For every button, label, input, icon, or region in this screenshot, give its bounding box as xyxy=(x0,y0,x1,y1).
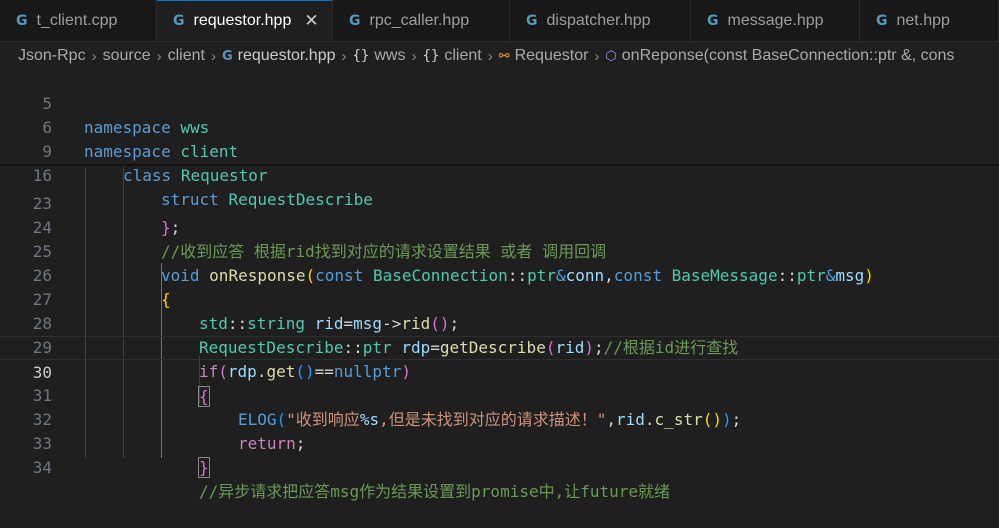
sticky-line[interactable]: 5 namespace wws xyxy=(0,68,999,137)
code-line[interactable]: 24 //收到应答 根据rid找到对应的请求设置结果 或者 调用回调 xyxy=(0,192,999,261)
tab-label: requestor.hpp xyxy=(193,12,292,29)
c-plus-plus-icon: G xyxy=(173,13,185,29)
code-line[interactable]: 31 ELOG("收到响应%s,但是未找到对应的请求描述！",rid.c_str… xyxy=(0,360,999,429)
line-number: 34 xyxy=(32,458,52,477)
c-plus-plus-icon: G xyxy=(707,12,719,29)
c-plus-plus-icon: G xyxy=(876,12,888,29)
tab-dispatcher-hpp[interactable]: G dispatcher.hpp xyxy=(510,0,691,41)
chevron-right-icon: › xyxy=(411,47,417,65)
tab-label: rpc_caller.hpp xyxy=(369,11,470,29)
breadcrumb-item-client-folder[interactable]: client xyxy=(168,47,205,65)
sticky-line[interactable]: 9 class Requestor xyxy=(0,116,999,185)
breadcrumb-item-source[interactable]: source xyxy=(103,47,151,65)
breadcrumb: Json-Rpc › source › client › G requestor… xyxy=(0,42,999,70)
tab-t-client-cpp[interactable]: G t_client.cpp xyxy=(0,0,157,41)
editor-tab-bar: G t_client.cpp G requestor.hpp ✕ G rpc_c… xyxy=(0,0,999,42)
code-editor[interactable]: 5 namespace wws 6 namespace client 9 cla… xyxy=(0,68,999,501)
sticky-scroll-shadow xyxy=(0,164,999,167)
breadcrumb-item-namespace-wws[interactable]: wws xyxy=(374,47,405,65)
code-line[interactable]: 33 } xyxy=(0,408,999,478)
code-line[interactable]: 28 RequestDescribe::ptr rdp=getDescribe(… xyxy=(0,288,999,357)
chevron-right-icon: › xyxy=(487,47,493,65)
breadcrumb-item-method[interactable]: onReponse(const BaseConnection::ptr &, c… xyxy=(622,47,955,65)
code-line[interactable]: 34 //异步请求把应答msg作为结果设置到promise中,让future就绪 xyxy=(0,432,999,501)
breadcrumb-item-namespace-client[interactable]: client xyxy=(444,47,481,65)
chevron-right-icon: › xyxy=(91,47,97,65)
code-line[interactable]: 29 if(rdp.get()==nullptr) xyxy=(0,312,999,381)
matching-bracket: } xyxy=(198,457,210,478)
c-plus-plus-icon: G xyxy=(16,12,28,29)
close-icon[interactable]: ✕ xyxy=(304,11,318,31)
class-icon: ⚯ xyxy=(498,48,510,64)
c-plus-plus-icon: G xyxy=(526,12,538,29)
comment: //异步请求把应答msg作为结果设置到promise中,让future就绪 xyxy=(199,482,671,501)
code-line[interactable]: 23 }; xyxy=(0,168,999,237)
method-icon: ⬡ xyxy=(605,48,617,64)
namespace-icon: {} xyxy=(422,48,440,64)
chevron-right-icon: › xyxy=(341,47,347,65)
chevron-right-icon: › xyxy=(156,47,162,65)
code-line[interactable]: 27 std::string rid=msg->rid(); xyxy=(0,264,999,333)
code-line[interactable]: 26 { xyxy=(0,240,999,309)
breadcrumb-item-class-requestor[interactable]: Requestor xyxy=(515,47,589,65)
tab-label: dispatcher.hpp xyxy=(546,11,651,29)
tab-label: t_client.cpp xyxy=(36,11,118,29)
tab-label: message.hpp xyxy=(727,11,824,29)
code-line-current[interactable]: 30 { xyxy=(0,336,999,407)
tab-message-hpp[interactable]: G message.hpp xyxy=(691,0,860,41)
namespace-icon: {} xyxy=(352,48,370,64)
tab-label: net.hpp xyxy=(896,11,950,29)
code-line[interactable]: 32 return; xyxy=(0,384,999,453)
breadcrumb-item-json-rpc[interactable]: Json-Rpc xyxy=(18,47,86,65)
tab-rpc-caller-hpp[interactable]: G rpc_caller.hpp xyxy=(333,0,510,41)
tab-requestor-hpp[interactable]: G requestor.hpp ✕ xyxy=(157,0,333,41)
c-plus-plus-icon: G xyxy=(349,12,361,29)
c-plus-plus-icon: G xyxy=(221,48,233,64)
code-line[interactable]: 25 void onResponse(const BaseConnection:… xyxy=(0,216,999,285)
breadcrumb-item-file[interactable]: requestor.hpp xyxy=(238,47,336,65)
tab-net-hpp[interactable]: G net.hpp xyxy=(860,0,999,41)
chevron-right-icon: › xyxy=(594,47,600,65)
sticky-line[interactable]: 16 struct RequestDescribe xyxy=(0,140,999,209)
chevron-right-icon: › xyxy=(210,47,216,65)
sticky-line[interactable]: 6 namespace client xyxy=(0,92,999,161)
